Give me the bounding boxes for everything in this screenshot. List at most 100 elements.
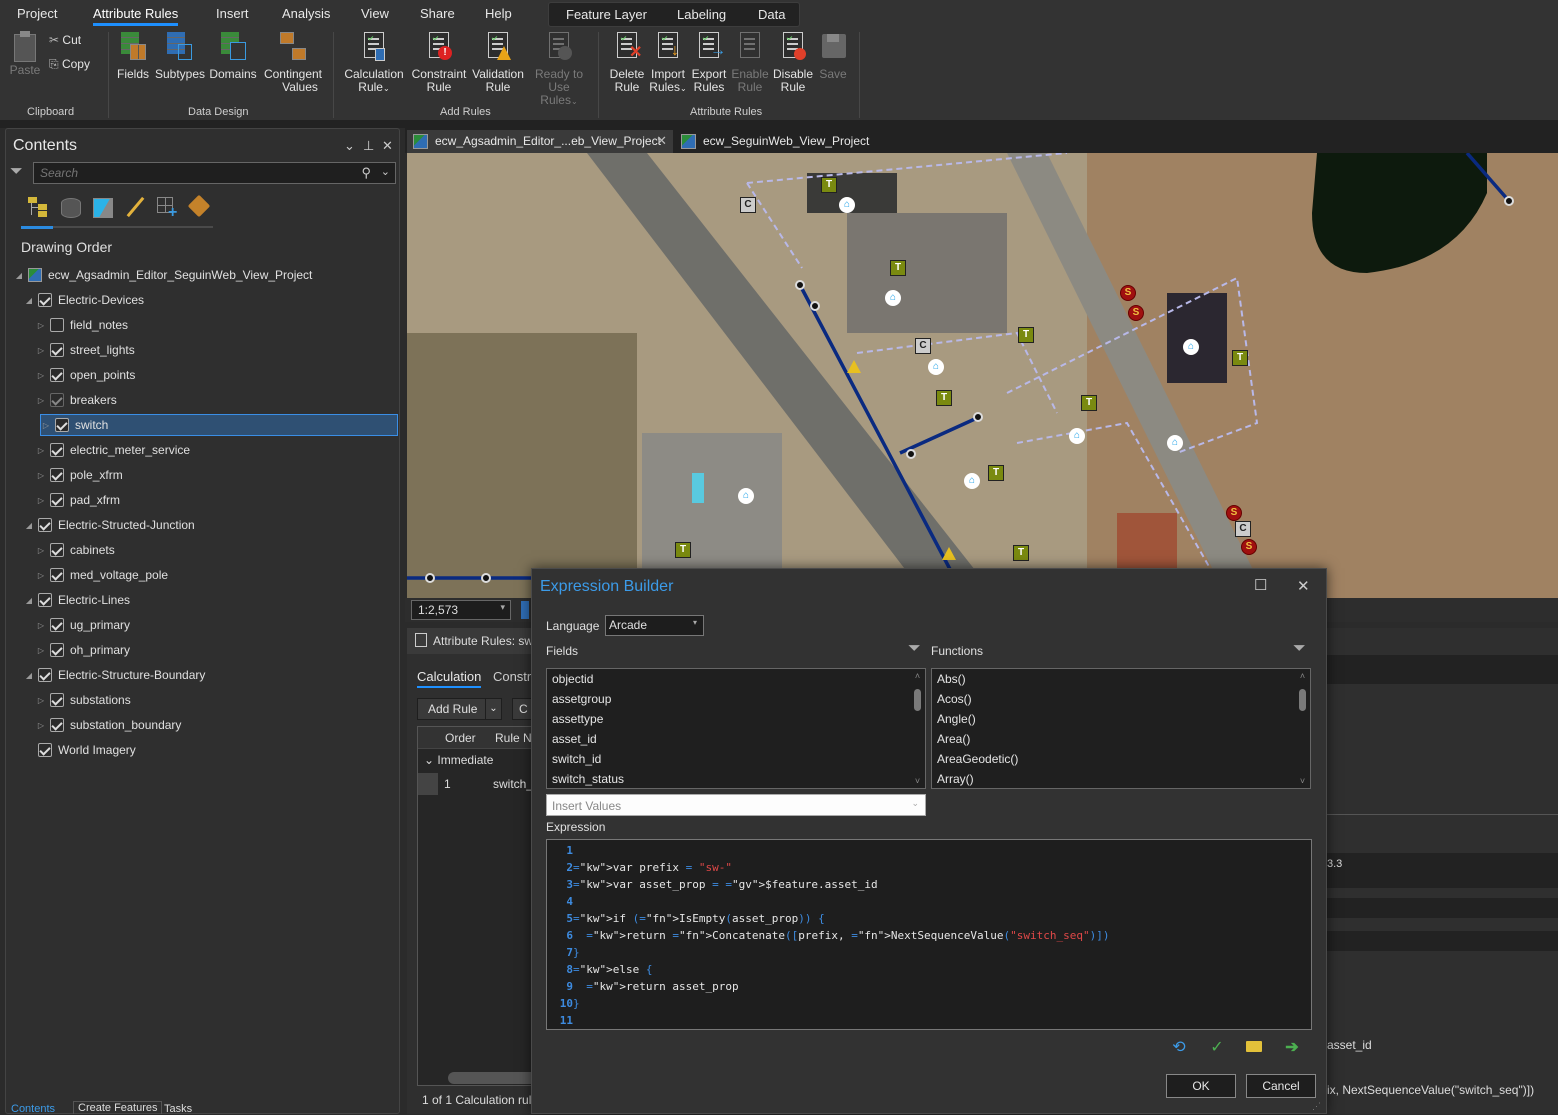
code-line[interactable]: 9 ="kw">return asset_prop [547, 978, 1311, 995]
menu-analysis[interactable]: Analysis [282, 6, 330, 21]
scroll-thumb[interactable] [1299, 689, 1306, 711]
expand-icon[interactable]: ▷ [36, 346, 46, 355]
tree-map-item[interactable]: ◢ ecw_Agsadmin_Editor_SeguinWeb_View_Proj… [14, 264, 312, 286]
list-item[interactable]: AreaGeodetic() [932, 749, 1310, 769]
open-folder-icon[interactable] [1244, 1037, 1264, 1057]
junction-point-icon[interactable] [795, 280, 805, 290]
tree-group-item[interactable]: ◢ Electric-Structed-Junction [24, 514, 195, 536]
ok-button[interactable]: OK [1166, 1074, 1236, 1098]
list-item[interactable]: assetgroup [547, 689, 925, 709]
language-select[interactable]: Arcade ▾ [605, 615, 704, 636]
map-tab-active[interactable]: ecw_Agsadmin_Editor_...eb_View_Project ✕ [407, 130, 673, 153]
cabinet-icon[interactable]: C [740, 197, 756, 213]
column-rule-name[interactable]: Rule N [495, 731, 532, 745]
scroll-up-icon[interactable]: ˄ [910, 671, 925, 681]
tree-layer-item[interactable]: ▷ street_lights [36, 339, 135, 361]
list-by-snapping-icon[interactable]: + [154, 195, 180, 221]
junction-point-icon[interactable] [810, 301, 820, 311]
meter-service-icon[interactable]: ⌂ [885, 290, 901, 306]
code-line[interactable]: 1 [547, 842, 1311, 859]
menu-view[interactable]: View [361, 6, 389, 21]
tree-group-item[interactable]: ◢ Electric-Devices [24, 289, 144, 311]
tree-layer-item[interactable]: ▷ oh_primary [36, 639, 130, 661]
tab-data[interactable]: Data [758, 7, 785, 22]
switch-icon[interactable]: S [1226, 505, 1242, 521]
code-line[interactable]: 8 ="kw">else { [547, 961, 1311, 978]
column-order[interactable]: Order [445, 731, 476, 745]
list-item[interactable]: Abs() [932, 669, 1310, 689]
tree-layer-item[interactable]: ▷ open_points [36, 364, 135, 386]
subtypes-button[interactable]: Subtypes [155, 30, 205, 81]
visibility-checkbox[interactable] [50, 718, 64, 732]
visibility-checkbox[interactable] [50, 643, 64, 657]
save-button[interactable]: Save [817, 30, 849, 81]
meter-service-icon[interactable]: ⌂ [738, 488, 754, 504]
tab-contents[interactable]: Contents [11, 1103, 55, 1115]
menu-insert[interactable]: Insert [216, 6, 249, 21]
visibility-checkbox[interactable] [50, 493, 64, 507]
copy-button[interactable]: ⎘ Copy [49, 57, 90, 72]
visibility-checkbox[interactable] [38, 593, 52, 607]
expand-icon[interactable]: ▷ [36, 646, 46, 655]
insert-values-dropdown[interactable]: Insert Values ⌄ [546, 794, 926, 816]
scroll-up-icon[interactable]: ˄ [1295, 671, 1310, 681]
meter-service-icon[interactable]: ⌂ [1167, 435, 1183, 451]
map-tab-seguinweb[interactable]: ecw_SeguinWeb_View_Project [675, 130, 875, 153]
visibility-checkbox[interactable] [50, 443, 64, 457]
tree-layer-item[interactable]: ▷ substation_boundary [36, 714, 181, 736]
switch-icon[interactable]: S [1128, 305, 1144, 321]
tab-feature-layer[interactable]: Feature Layer [566, 7, 647, 22]
transformer-icon[interactable]: T [1232, 350, 1248, 366]
menu-project[interactable]: Project [17, 6, 57, 21]
close-tab-icon[interactable]: ✕ [656, 133, 667, 149]
expand-icon[interactable]: ▷ [36, 321, 46, 330]
meter-service-icon[interactable]: ⌂ [964, 473, 980, 489]
filter-icon[interactable]: ⏷ [10, 163, 23, 181]
visibility-checkbox[interactable] [50, 468, 64, 482]
tree-layer-item[interactable]: ▷ breakers [36, 389, 117, 411]
junction-point-icon[interactable] [481, 573, 491, 583]
fields-button[interactable]: Fields [114, 30, 152, 81]
disable-rule-button[interactable]: Disable Rule [771, 30, 815, 94]
list-item[interactable]: switch_id [547, 749, 925, 769]
tree-group-item[interactable]: ◢ Electric-Structure-Boundary [24, 664, 205, 686]
collapse-icon[interactable]: ◢ [24, 521, 34, 530]
expression-editor[interactable]: 1 2 ="kw">var prefix = "sw-" 3 ="kw">var ass… [546, 839, 1312, 1030]
enable-rule-button[interactable]: Enable Rule [730, 30, 770, 94]
code-line[interactable]: 4 [547, 893, 1311, 910]
tree-layer-item[interactable]: ▷ med_voltage_pole [36, 564, 168, 586]
list-by-selection-icon[interactable] [90, 195, 116, 221]
expand-icon[interactable]: ▷ [36, 396, 46, 405]
list-by-data-source-icon[interactable] [58, 195, 84, 221]
list-item[interactable]: asset_id [547, 729, 925, 749]
filter-functions-icon[interactable]: ⏷ [1293, 640, 1306, 658]
contingent-values-button[interactable]: Contingent Values [262, 30, 324, 94]
resize-grip-icon[interactable]: ⋰ [1312, 1101, 1321, 1112]
expand-icon[interactable]: ▷ [36, 496, 46, 505]
map-view[interactable]: T T T T T T T T T C C C S S S S ⌂ ⌂ ⌂ ⌂ ⌂ ⌂ ⌂ ⌂ [407, 153, 1558, 598]
transformer-icon[interactable]: T [1018, 327, 1034, 343]
expand-icon[interactable]: ▷ [36, 546, 46, 555]
transformer-icon[interactable]: T [1013, 545, 1029, 561]
visibility-checkbox[interactable] [50, 618, 64, 632]
chevron-down-icon[interactable]: ⌄ [485, 699, 501, 719]
transformer-icon[interactable]: T [890, 260, 906, 276]
tab-calculation[interactable]: Calculation [417, 669, 482, 688]
cabinet-icon[interactable]: C [915, 338, 931, 354]
paste-button[interactable]: Paste [8, 30, 42, 77]
close-icon[interactable]: ✕ [382, 138, 393, 154]
list-item[interactable]: Array() [932, 769, 1310, 788]
tree-layer-item[interactable]: ▷ pad_xfrm [36, 489, 120, 511]
list-item[interactable]: Area() [932, 729, 1310, 749]
pin-icon[interactable]: ⊥ [363, 138, 374, 154]
tree-layer-item[interactable]: ▷ field_notes [36, 314, 128, 336]
code-line[interactable]: 10} [547, 995, 1311, 1012]
code-line[interactable]: 2 ="kw">var prefix = "sw-" [547, 859, 1311, 876]
collapse-icon[interactable]: ◢ [14, 271, 24, 280]
transformer-icon[interactable]: T [1081, 395, 1097, 411]
fields-list[interactable]: objectid assetgroup assettype asset_id switc… [546, 668, 926, 789]
visibility-checkbox[interactable] [50, 368, 64, 382]
validation-rule-button[interactable]: Validation Rule [470, 30, 526, 94]
import-rules-button[interactable]: ↓ Import Rules⌄ [647, 30, 689, 95]
tree-layer-item[interactable]: ▷ electric_meter_service [36, 439, 190, 461]
